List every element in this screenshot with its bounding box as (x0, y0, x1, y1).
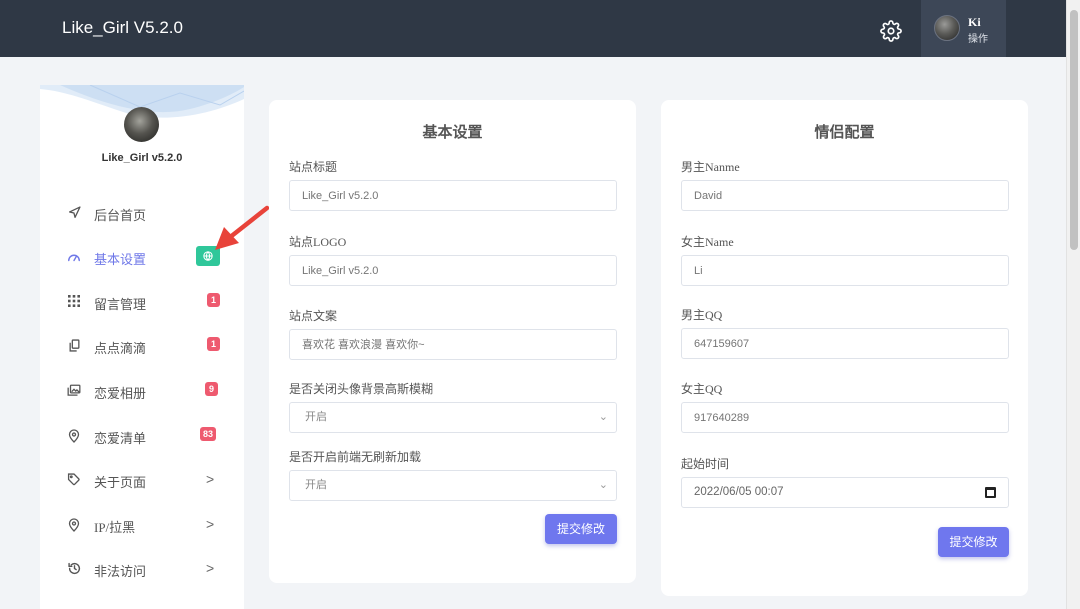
sidebar-item-label: 非法访问 (94, 564, 147, 579)
copy-icon (67, 339, 81, 353)
user-name: Ki (968, 15, 981, 29)
card-title: 情侣配置 (814, 125, 875, 141)
location-icon (67, 518, 81, 532)
submit-button[interactable]: 提交修改 (545, 514, 617, 544)
card-title: 基本设置 (422, 125, 483, 141)
male-name-label: 男主Nanme (681, 160, 740, 174)
sidebar-item-label: 恋爱清单 (94, 431, 147, 446)
chevron-down-icon: ⌄ (598, 479, 608, 491)
brand-title[interactable]: Like_Girl V5.2.0 (62, 18, 183, 38)
sidebar-item-about-page[interactable]: 关于页面 > (40, 461, 244, 501)
location-icon (67, 429, 81, 443)
sidebar-item-moments[interactable]: 点点滴滴 1 (40, 327, 244, 367)
select-value: 开启 (305, 479, 327, 491)
female-name-input[interactable] (681, 255, 1009, 286)
site-title-input[interactable] (289, 180, 617, 211)
avatar (934, 15, 960, 41)
site-copy-label: 站点文案 (289, 309, 338, 323)
site-logo-input[interactable] (289, 255, 617, 286)
basic-settings-card: 基本设置 站点标题 站点LOGO 站点文案 是否关闭头像背景高斯模糊 开启 ⌄ … (269, 100, 636, 583)
user-action-label: 操作 (968, 34, 988, 45)
count-badge: 1 (207, 293, 220, 307)
sidebar-item-label: 后台首页 (94, 208, 147, 223)
date-value: 2022/06/05 00:07 (694, 486, 784, 498)
sidebar-site-name: Like_Girl v5.2.0 (101, 152, 183, 164)
sidebar-item-label: 基本设置 (94, 252, 147, 267)
count-badge: 9 (205, 382, 218, 396)
navigation-icon (67, 206, 81, 220)
history-icon (67, 562, 81, 576)
couple-settings-card: 情侣配置 男主Nanme 女主Name 男主QQ 女主QQ 起始时间 2022/… (661, 100, 1028, 596)
scrollbar-thumb[interactable] (1070, 10, 1078, 250)
photos-icon (67, 384, 81, 398)
female-qq-input[interactable] (681, 402, 1009, 433)
no-refresh-select[interactable]: 开启 ⌄ (289, 470, 617, 501)
sidebar-item-label: 关于页面 (94, 475, 147, 490)
sidebar-item-love-list[interactable]: 恋爱清单 83 (40, 417, 244, 457)
chevron-right-icon: > (206, 516, 215, 532)
sidebar-item-label: IP/拉黑 (94, 520, 136, 535)
start-time-input[interactable]: 2022/06/05 00:07 (681, 477, 1009, 508)
top-bar: Like_Girl V5.2.0 Ki 操作 (0, 0, 1066, 57)
avatar-blur-select[interactable]: 开启 ⌄ (289, 402, 617, 433)
site-copy-input[interactable] (289, 329, 617, 360)
user-menu[interactable]: Ki 操作 (921, 0, 1006, 57)
tag-icon (67, 473, 81, 487)
sidebar-item-label: 恋爱相册 (94, 386, 147, 401)
site-logo-label: 站点LOGO (289, 235, 347, 249)
male-name-input[interactable] (681, 180, 1009, 211)
sidebar: Like_Girl v5.2.0 后台首页 基本设置 留言管理 1 点点滴滴 1 (40, 85, 244, 609)
speedometer-icon (67, 250, 81, 264)
select-value: 开启 (305, 411, 327, 423)
sidebar-item-messages[interactable]: 留言管理 1 (40, 283, 244, 323)
grid-icon (67, 295, 81, 309)
chevron-right-icon: > (206, 471, 215, 487)
submit-button[interactable]: 提交修改 (938, 527, 1009, 557)
sidebar-item-photo-album[interactable]: 恋爱相册 9 (40, 372, 244, 412)
chevron-down-icon: ⌄ (598, 411, 608, 423)
sidebar-item-ip-blacklist[interactable]: IP/拉黑 > (40, 506, 244, 546)
calendar-icon[interactable] (985, 487, 996, 498)
male-qq-label: 男主QQ (681, 308, 723, 322)
no-refresh-label: 是否开启前端无刷新加载 (289, 450, 422, 464)
gear-icon[interactable] (880, 20, 902, 42)
sidebar-item-label: 点点滴滴 (94, 341, 147, 356)
site-title-label: 站点标题 (289, 160, 338, 174)
sidebar-item-label: 留言管理 (94, 297, 147, 312)
sidebar-item-illegal-access[interactable]: 非法访问 > (40, 550, 244, 590)
female-name-label: 女主Name (681, 235, 734, 249)
male-qq-input[interactable] (681, 328, 1009, 359)
female-qq-label: 女主QQ (681, 382, 723, 396)
avatar-blur-label: 是否关闭头像背景高斯模糊 (289, 382, 434, 396)
chevron-right-icon: > (206, 560, 215, 576)
count-badge: 83 (200, 427, 217, 441)
count-badge: 1 (207, 337, 220, 351)
page-scrollbar[interactable] (1066, 0, 1080, 609)
avatar (124, 107, 159, 142)
start-time-label: 起始时间 (681, 457, 730, 471)
